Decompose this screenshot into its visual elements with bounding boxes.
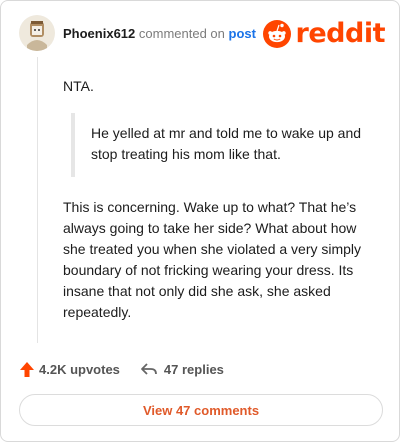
upvote-arrow-icon[interactable]: [19, 361, 35, 378]
view-comments-button[interactable]: View 47 comments: [19, 394, 383, 426]
reddit-logo[interactable]: reddit: [262, 17, 386, 51]
comment-opening: NTA.: [63, 78, 94, 94]
reply-arrow-icon[interactable]: [140, 361, 158, 377]
reply-group[interactable]: 47 replies: [140, 361, 224, 377]
comment-card: Phoenix612 commented on post reddit NTA.…: [0, 0, 400, 442]
username-link[interactable]: Phoenix612: [63, 26, 135, 41]
byline: Phoenix612 commented on post: [63, 26, 256, 42]
post-link[interactable]: post: [229, 26, 256, 41]
snoo-icon: [262, 20, 291, 48]
comment-body: This is concerning. Wake up to what? Tha…: [63, 199, 362, 320]
brand-wordmark: reddit: [295, 18, 386, 49]
reply-count: 47 replies: [163, 361, 224, 377]
user-avatar[interactable]: [19, 15, 55, 51]
quoted-text: He yelled at mr and told me to wake up a…: [71, 113, 371, 177]
thread-line[interactable]: [37, 57, 38, 343]
action-text: commented on: [138, 26, 225, 41]
comment-header: Phoenix612 commented on post reddit: [19, 15, 386, 51]
upvote-group[interactable]: 4.2K upvotes: [19, 361, 120, 378]
comment-actions: 4.2K upvotes 47 replies: [19, 359, 224, 379]
upvote-count: 4.2K upvotes: [39, 361, 120, 377]
